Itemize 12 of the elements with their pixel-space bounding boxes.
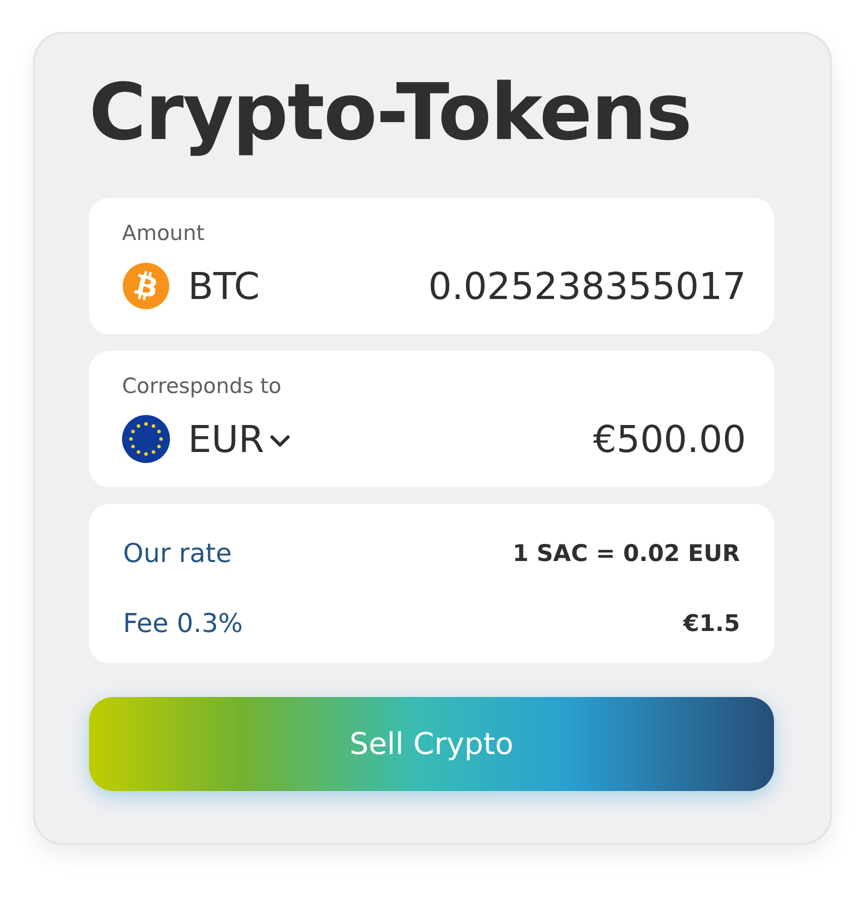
detail-value: €1.5 (683, 611, 740, 637)
field-label: Corresponds to (122, 373, 282, 399)
currency-label: BTC (188, 264, 260, 308)
detail-label: Fee 0.3% (123, 609, 243, 639)
detail-value: 1 SAC = 0.02 EUR (512, 541, 740, 567)
currency-selector[interactable]: EUR (188, 418, 264, 460)
amount-value: 0.025238355017 (428, 264, 746, 308)
flag-icon (122, 415, 170, 463)
field-label: Amount (122, 220, 205, 246)
detail-label: Our rate (123, 539, 232, 569)
converted-value: €500.00 (592, 418, 746, 460)
page-title: Crypto-Tokens (89, 67, 692, 160)
